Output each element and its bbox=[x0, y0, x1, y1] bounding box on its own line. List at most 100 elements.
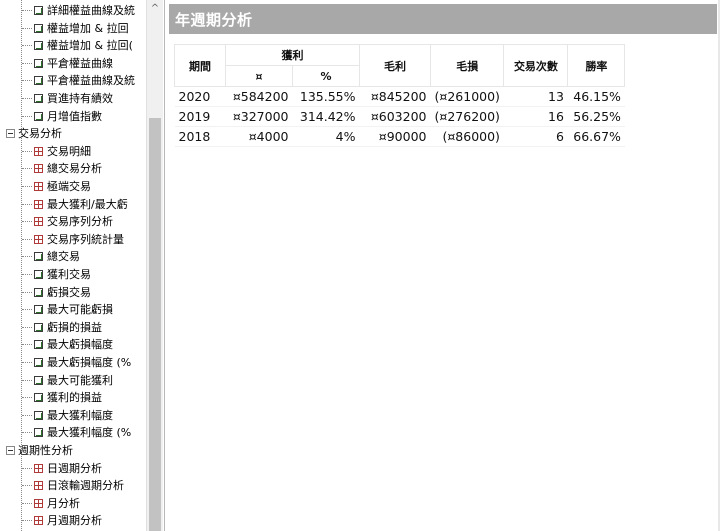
tree-connector bbox=[22, 502, 32, 504]
chart-report-icon bbox=[34, 252, 43, 262]
cell-gross-loss: (¤261000) bbox=[430, 86, 504, 107]
cell-profit-pct: 135.55% bbox=[292, 86, 360, 107]
tree-item[interactable]: 交易序列分析 bbox=[22, 213, 113, 230]
tree-connector bbox=[22, 520, 32, 522]
tree-item-label: 總交易 bbox=[47, 250, 80, 264]
tree-item[interactable]: 日滾輸週期分析 bbox=[22, 477, 124, 494]
table-report-icon bbox=[34, 164, 43, 174]
tree-item-label: 交易序列統計量 bbox=[47, 232, 124, 246]
scroll-up-arrow-icon[interactable]: ^ bbox=[147, 0, 163, 17]
tree-item-label: 獲利的損益 bbox=[47, 391, 102, 405]
tree-item[interactable]: 月增值指數 bbox=[22, 108, 102, 125]
tree-connector bbox=[22, 98, 32, 99]
tree-item-label: 權益增加 & 拉回 bbox=[47, 21, 129, 35]
tree-connector bbox=[22, 309, 32, 311]
tree-item[interactable]: 平倉權益曲線及統 bbox=[22, 72, 135, 89]
table-report-icon bbox=[34, 234, 43, 244]
tree-item[interactable]: 月分析 bbox=[22, 495, 80, 512]
tree-connector bbox=[22, 291, 32, 293]
tree-item[interactable]: 最大獲利幅度 bbox=[22, 407, 113, 424]
tree-item[interactable]: 虧損交易 bbox=[22, 284, 91, 301]
tree-item[interactable]: 最大可能虧損 bbox=[22, 301, 113, 318]
tree-item[interactable]: 最大虧損幅度 (% bbox=[22, 354, 131, 371]
tree-connector bbox=[22, 344, 32, 346]
cell-profit-amount: ¤4000 bbox=[225, 126, 293, 147]
tree-item-label: 獲利交易 bbox=[47, 268, 91, 281]
tree-item[interactable]: 最大虧損幅度 bbox=[22, 336, 113, 353]
tree-item[interactable]: 總交易 bbox=[22, 248, 80, 265]
tree-item[interactable]: 日週期分析 bbox=[22, 460, 102, 477]
tree-item[interactable]: 總交易分析 bbox=[22, 160, 102, 177]
report-tree[interactable]: 詳細權益曲線及統 權益增加 & 拉回權益增加 & 拉回( 平倉權益曲線平倉權益曲線及… bbox=[0, 0, 146, 531]
tree-connector bbox=[22, 485, 32, 487]
tree-item-label: 平倉權益曲線及統 bbox=[47, 74, 135, 88]
cell-gross-loss: (¤86000) bbox=[430, 126, 504, 147]
cell-profit-pct: 4% bbox=[292, 126, 360, 147]
tree-connector bbox=[22, 168, 32, 170]
tree-group[interactable]: 週期性分析 bbox=[0, 442, 73, 459]
tree-item-label: 最大獲利/最大虧 bbox=[47, 197, 128, 211]
tree-group[interactable]: 交易分析 bbox=[0, 125, 62, 142]
col-header-profit-pct: % bbox=[292, 65, 360, 87]
cell-gross-profit: ¤90000 bbox=[359, 126, 431, 147]
tree-connector bbox=[22, 27, 32, 29]
tree-item[interactable]: 獲利的損益 bbox=[22, 389, 102, 406]
chart-report-icon bbox=[34, 58, 43, 68]
table-report-icon bbox=[34, 182, 43, 191]
tree-item[interactable]: 最大獲利/最大虧 bbox=[22, 196, 128, 213]
chart-report-icon bbox=[34, 41, 43, 51]
tree-item[interactable]: 最大獲利幅度 (% bbox=[22, 424, 131, 441]
tree-item[interactable]: 月週期分析 bbox=[22, 512, 102, 529]
tree-item-label: 最大虧損幅度 bbox=[47, 338, 113, 352]
tree-connector bbox=[22, 150, 32, 152]
chart-report-icon bbox=[34, 393, 43, 403]
tree-item-label: 交易序列分析 bbox=[47, 215, 113, 229]
tree-connector bbox=[22, 397, 32, 399]
table-row: 2018 ¤4000 4% ¤90000 (¤86000) 6 66.67% bbox=[174, 126, 625, 147]
page-title: 年週期分析 bbox=[175, 11, 253, 29]
tree-connector bbox=[22, 432, 32, 434]
cell-profit-amount: ¤327000 bbox=[225, 106, 293, 127]
collapse-icon[interactable] bbox=[6, 129, 15, 139]
tree-item[interactable]: 買進持有績效 bbox=[22, 90, 113, 107]
tree-connector bbox=[22, 238, 32, 240]
tree-item-label: 日滾輸週期分析 bbox=[47, 479, 124, 493]
table-report-icon bbox=[34, 516, 43, 526]
tree-connector bbox=[22, 10, 32, 11]
tree-item[interactable]: 權益增加 & 拉回( bbox=[22, 37, 133, 54]
tree-item-label: 月分析 bbox=[47, 496, 80, 510]
tree-connector bbox=[22, 221, 32, 223]
tree-item[interactable]: 最大可能獲利 bbox=[22, 372, 113, 389]
tree-item-label: 平倉權益曲線 bbox=[47, 56, 113, 70]
tree-item-label: 詳細權益曲線及統 bbox=[47, 4, 135, 17]
tree-connector bbox=[22, 62, 32, 64]
chart-report-icon bbox=[34, 428, 43, 438]
tree-item-label: 總交易分析 bbox=[47, 162, 102, 176]
chart-report-icon bbox=[34, 322, 43, 332]
tree-item[interactable]: 交易明細 bbox=[22, 143, 91, 160]
tree-item-label: 最大可能虧損 bbox=[47, 303, 113, 317]
cell-profit-amount: ¤584200 bbox=[225, 86, 293, 107]
cell-gross-profit: ¤845200 bbox=[359, 86, 431, 107]
cell-gross-profit: ¤603200 bbox=[359, 106, 431, 127]
table-row: 2019 ¤327000 314.42% ¤603200 (¤276200) 16 56.2… bbox=[174, 106, 625, 127]
chart-report-icon bbox=[34, 375, 43, 385]
col-header-profit-amount: ¤ bbox=[225, 65, 293, 87]
cell-trade-count: 6 bbox=[503, 126, 568, 147]
chart-report-icon bbox=[34, 76, 43, 86]
tree-item[interactable]: 權益增加 & 拉回 bbox=[22, 20, 129, 37]
tree-item[interactable]: 虧損的損益 bbox=[22, 319, 102, 336]
table-row: 2020 ¤584200 135.55% ¤845200 (¤261000) 13 46.1… bbox=[174, 86, 625, 107]
scroll-thumb[interactable] bbox=[149, 118, 161, 531]
tree-item[interactable]: 極端交易 bbox=[22, 178, 91, 195]
tree-item[interactable]: 平倉權益曲線 bbox=[22, 55, 113, 72]
tree-item[interactable]: 獲利交易 bbox=[22, 266, 91, 283]
tree-item-label: 最大可能獲利 bbox=[47, 373, 113, 387]
report-header-bar: 年週期分析 bbox=[169, 4, 717, 34]
tree-item[interactable]: 交易序列統計量 bbox=[22, 231, 124, 248]
tree-item-label: 最大獲利幅度 (% bbox=[47, 426, 132, 440]
tree-item[interactable]: 詳細權益曲線及統 bbox=[22, 2, 135, 19]
tree-scrollbar[interactable]: ^ bbox=[146, 0, 163, 531]
table-report-icon bbox=[34, 217, 43, 227]
collapse-icon[interactable] bbox=[6, 446, 15, 455]
